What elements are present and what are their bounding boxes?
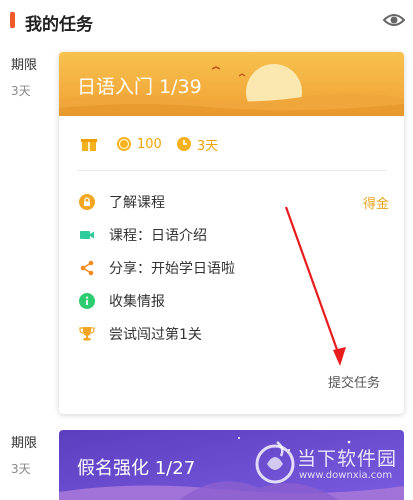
lock-icon bbox=[79, 194, 95, 210]
divider bbox=[77, 170, 387, 171]
course-title: 假名强化 1/27 bbox=[77, 458, 196, 479]
section-header: 我的任务 bbox=[0, 0, 413, 42]
coin-amount: 100 bbox=[137, 136, 162, 152]
task-label: 分享：开始学日语啦 bbox=[109, 261, 235, 277]
task-item[interactable]: 分享：开始学日语啦 bbox=[79, 257, 389, 279]
video-icon bbox=[80, 231, 94, 239]
task-item[interactable]: 尝试闯过第1关 bbox=[79, 323, 389, 345]
task-label: 课程：日语介绍 bbox=[109, 228, 207, 244]
eye-icon[interactable] bbox=[382, 10, 406, 30]
duration-value: 3天 bbox=[196, 138, 219, 154]
share-icon bbox=[80, 260, 94, 276]
trophy-icon bbox=[79, 327, 95, 341]
task-label: 了解课程 bbox=[109, 195, 165, 211]
task-item[interactable]: 了解课程 得金 bbox=[79, 191, 389, 213]
task-item[interactable]: 课程：日语介绍 bbox=[79, 224, 389, 246]
deadline-value: 3天 bbox=[11, 84, 31, 98]
course-card[interactable]: 假名强化 1/27 bbox=[59, 430, 404, 500]
task-label: 收集情报 bbox=[109, 294, 165, 310]
deadline-label: 期限 bbox=[11, 58, 38, 73]
course-banner: 日语入门 1/39 bbox=[59, 52, 404, 116]
task-item[interactable]: 收集情报 bbox=[79, 290, 389, 312]
deadline-label: 期限 bbox=[11, 436, 38, 451]
submit-task-button[interactable]: 提交任务 bbox=[328, 372, 380, 391]
page-title: 我的任务 bbox=[25, 15, 93, 35]
task-reward: 得金 bbox=[362, 197, 389, 212]
deadline-value: 3天 bbox=[11, 462, 31, 476]
info-icon bbox=[79, 293, 95, 309]
gift-icon bbox=[81, 139, 97, 151]
task-label: 尝试闯过第1关 bbox=[109, 327, 202, 343]
clock-icon bbox=[176, 137, 191, 151]
course-title: 日语入门 1/39 bbox=[77, 76, 202, 98]
accent-bar bbox=[10, 12, 15, 28]
course-card[interactable]: 日语入门 1/39 100 3天 了解课程 得金 课程：日语介绍 分享：开始学日… bbox=[59, 52, 404, 414]
reward-row: 100 3天 bbox=[81, 134, 218, 154]
coin-icon bbox=[117, 137, 131, 151]
